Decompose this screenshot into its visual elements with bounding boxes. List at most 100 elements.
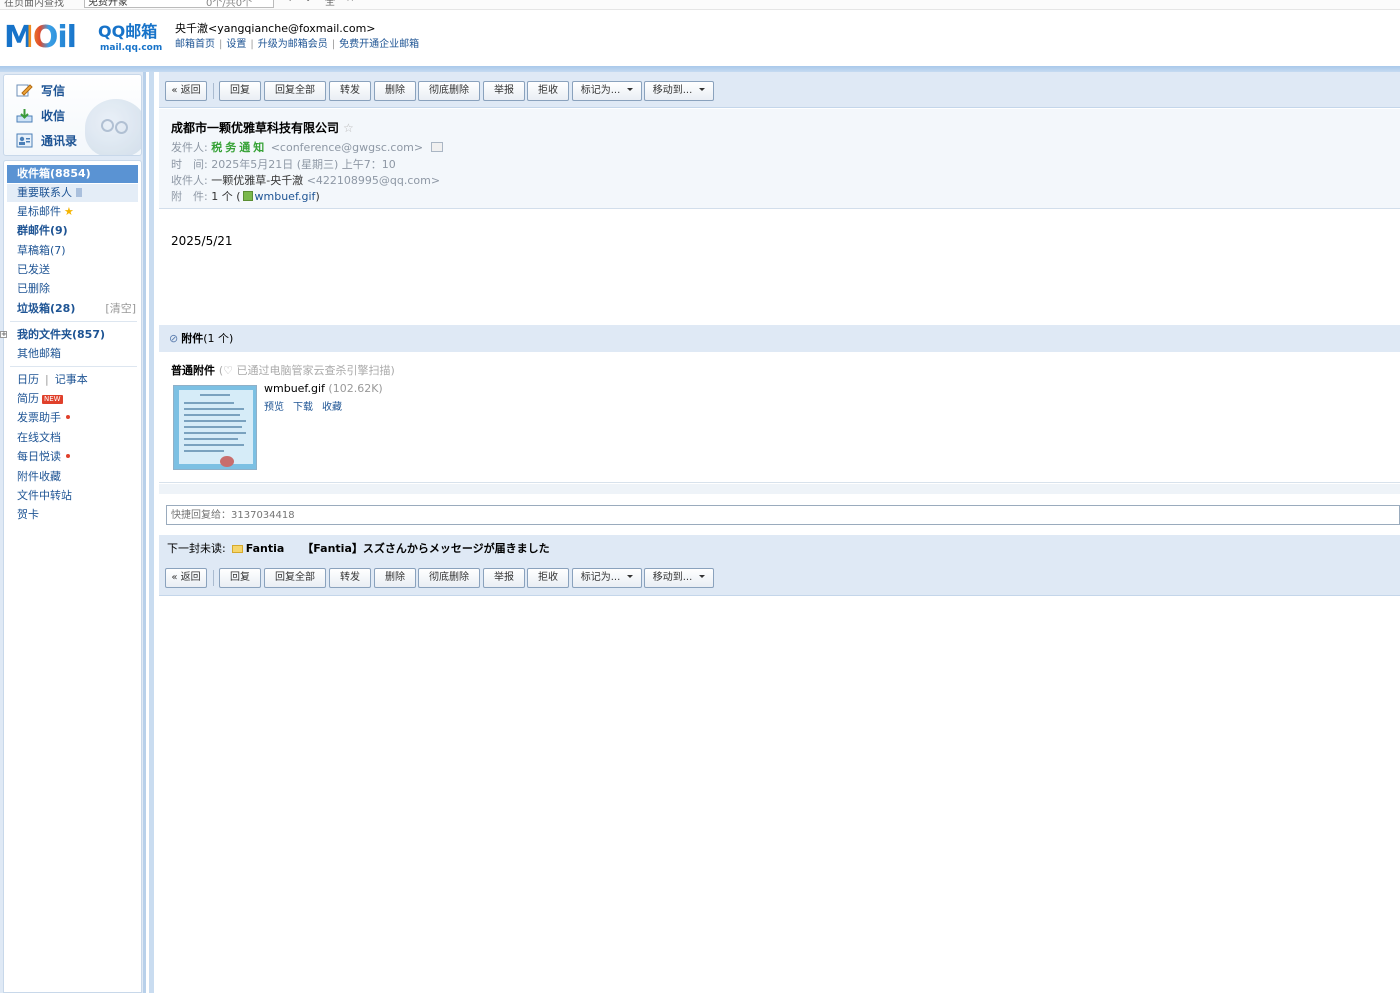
delete-permanently-button[interactable]: 彻底删除 — [418, 81, 480, 101]
tool-attachment-favorites[interactable]: 附件收藏 — [7, 468, 138, 486]
vcard-icon[interactable] — [430, 142, 443, 152]
reply-all-button[interactable]: 回复全部 — [264, 81, 326, 101]
mail-time-row: 时 间: 2025年5月21日 (星期三) 上午7：10 — [171, 158, 396, 171]
folder-vip-contacts[interactable]: 重要联系人 — [7, 184, 138, 202]
chevron-down-icon — [627, 575, 634, 578]
tool-notes[interactable]: 记事本 — [55, 373, 88, 386]
reply-button[interactable]: 回复 — [219, 568, 261, 588]
tool-invoice-assistant[interactable]: 发票助手 — [7, 409, 138, 427]
compose-panel: 写信 收信 通讯录 — [3, 74, 142, 156]
attachment-size: (102.62K) — [328, 382, 383, 395]
folder-other-mailboxes[interactable]: 其他邮箱 — [7, 345, 138, 363]
folder-starred[interactable]: 星标邮件 ★ — [7, 203, 138, 221]
reject-button[interactable]: 拒收 — [527, 568, 569, 588]
attachments-header: ⊘ 附件(1 个) — [159, 325, 1400, 352]
report-button[interactable]: 举报 — [483, 568, 525, 588]
tool-daily-reading[interactable]: 每日悦读 — [7, 448, 138, 466]
mail-read-panel: « 返回 回复 回复全部 转发 删除 彻底删除 举报 拒收 标记为... 移动到… — [149, 72, 1400, 993]
attachment-filename: wmbuef.gif — [264, 382, 325, 395]
expand-icon[interactable]: + — [0, 331, 7, 338]
logo-word: MOil — [4, 20, 77, 55]
chevron-down-icon — [627, 88, 634, 91]
bookmark-icon — [76, 188, 82, 197]
mail-header: 成都市一颗优雅草科技有限公司 ☆ 发件人: 税务通知 <conference@gw… — [159, 109, 1400, 209]
sidebar: 写信 收信 通讯录 收件箱(8854) 重要联系人 星标邮件 ★ 群邮件(9) 草… — [0, 72, 146, 993]
folder-my-folders[interactable]: + 我的文件夹(857) — [0, 326, 138, 344]
download-link[interactable]: 下载 — [293, 402, 313, 413]
quick-reply-input[interactable] — [166, 505, 1400, 525]
attachment-file: wmbuef.gif (102.62K) — [264, 382, 383, 395]
tool-online-docs[interactable]: 在线文档 — [7, 429, 138, 447]
seal-stamp-icon — [220, 456, 234, 467]
reply-button[interactable]: 回复 — [219, 81, 261, 101]
logo-brand: QQ邮箱 — [98, 22, 158, 41]
sender-name[interactable]: 税务通知 — [211, 141, 267, 154]
move-to-dropdown[interactable]: 移动到... — [644, 81, 714, 101]
receive-button[interactable]: 收信 — [16, 105, 65, 125]
paperclip-icon: ⊘ — [169, 332, 179, 345]
scan-note: (♡ 已通过电脑管家云查杀引擎扫描) — [218, 364, 395, 377]
tool-calendar[interactable]: 日历 — [17, 373, 39, 386]
forward-button[interactable]: 转发 — [329, 568, 371, 588]
compose-button[interactable]: 写信 — [16, 80, 65, 100]
chevron-down-icon — [699, 575, 706, 578]
report-button[interactable]: 举报 — [483, 81, 525, 101]
attachment-thumbnail[interactable] — [173, 385, 257, 470]
contacts-label: 通讯录 — [41, 133, 78, 148]
folder-group-mail[interactable]: 群邮件(9) — [7, 222, 138, 240]
mail-subject: 成都市一颗优雅草科技有限公司 ☆ — [171, 121, 354, 135]
junk-clear-link[interactable]: [清空] — [105, 300, 136, 318]
tool-resume[interactable]: 简历 NEW — [7, 390, 138, 408]
tool-greeting-card[interactable]: 贺卡 — [7, 506, 138, 524]
link-upgrade-vip[interactable]: 升级为邮箱会员 — [258, 39, 328, 50]
mail-toolbar-bottom: « 返回 回复 回复全部 转发 删除 彻底删除 举报 拒收 标记为... 移动到… — [159, 562, 1400, 596]
mail-to-row: 收件人: 一颗优雅草-央千澈 <422108995@qq.com> — [171, 174, 441, 187]
contacts-icon — [16, 133, 33, 148]
folder-sent[interactable]: 已发送 — [7, 261, 138, 279]
folder-deleted[interactable]: 已删除 — [7, 280, 138, 298]
link-mail-home[interactable]: 邮箱首页 — [175, 39, 215, 50]
delete-button[interactable]: 删除 — [374, 568, 416, 588]
link-enterprise-mail[interactable]: 免费开通企业邮箱 — [339, 39, 419, 50]
recipient-email: <422108995@qq.com> — [306, 174, 441, 187]
logo[interactable]: MOil QQ邮箱 mail.qq.com — [4, 20, 163, 57]
reject-button[interactable]: 拒收 — [527, 81, 569, 101]
mail-time: 2025年5月21日 (星期三) 上午7：10 — [211, 158, 396, 171]
tool-file-transfer[interactable]: 文件中转站 — [7, 487, 138, 505]
new-badge: NEW — [42, 395, 63, 404]
find-close-button[interactable]: × — [346, 0, 354, 4]
next-mail-sender[interactable]: Fantia — [246, 542, 285, 555]
link-settings[interactable]: 设置 — [226, 39, 246, 50]
find-prev-button[interactable]: ↑ — [286, 0, 294, 4]
favorite-link[interactable]: 收藏 — [322, 402, 342, 413]
back-button[interactable]: « 返回 — [165, 568, 207, 588]
star-icon[interactable]: ☆ — [343, 121, 354, 135]
star-icon: ★ — [64, 205, 74, 218]
user-account: 央千澈<yangqianche@foxmail.com> — [175, 22, 376, 35]
move-to-dropdown[interactable]: 移动到... — [644, 568, 714, 588]
folder-junk[interactable]: 垃圾箱(28) [清空] — [7, 300, 138, 318]
folder-inbox[interactable]: 收件箱(8854) — [7, 165, 138, 183]
reply-all-button[interactable]: 回复全部 — [264, 568, 326, 588]
header: MOil QQ邮箱 mail.qq.com 央千澈<yangqianche@fo… — [0, 11, 1400, 67]
attachment-link[interactable]: wmbuef.gif — [255, 190, 316, 203]
top-links: 邮箱首页 | 设置 | 升级为邮箱会员 | 免费开通企业邮箱 — [175, 39, 420, 50]
delete-permanently-button[interactable]: 彻底删除 — [418, 568, 480, 588]
logo-domain: mail.qq.com — [100, 43, 163, 53]
next-mail-subject[interactable]: 【Fantia】スズさんからメッセージが届きました — [302, 542, 549, 555]
find-all-button[interactable]: 全 — [325, 0, 335, 8]
mail-toolbar-top: « 返回 回复 回复全部 转发 删除 彻底删除 举报 拒收 标记为... 移动到… — [159, 72, 1400, 108]
envelope-icon — [231, 545, 243, 553]
folder-drafts[interactable]: 草稿箱(7) — [7, 242, 138, 260]
mark-as-dropdown[interactable]: 标记为... — [572, 568, 642, 588]
back-button[interactable]: « 返回 — [165, 81, 207, 101]
attachment-actions: 预览 下载 收藏 — [264, 398, 351, 413]
divider — [10, 321, 137, 322]
contacts-button[interactable]: 通讯录 — [16, 130, 77, 150]
preview-link[interactable]: 预览 — [264, 402, 284, 413]
mark-as-dropdown[interactable]: 标记为... — [572, 81, 642, 101]
delete-button[interactable]: 删除 — [374, 81, 416, 101]
find-next-button[interactable]: ↓ — [304, 0, 312, 4]
recipient-name[interactable]: 一颗优雅草-央千澈 — [211, 174, 303, 187]
forward-button[interactable]: 转发 — [329, 81, 371, 101]
